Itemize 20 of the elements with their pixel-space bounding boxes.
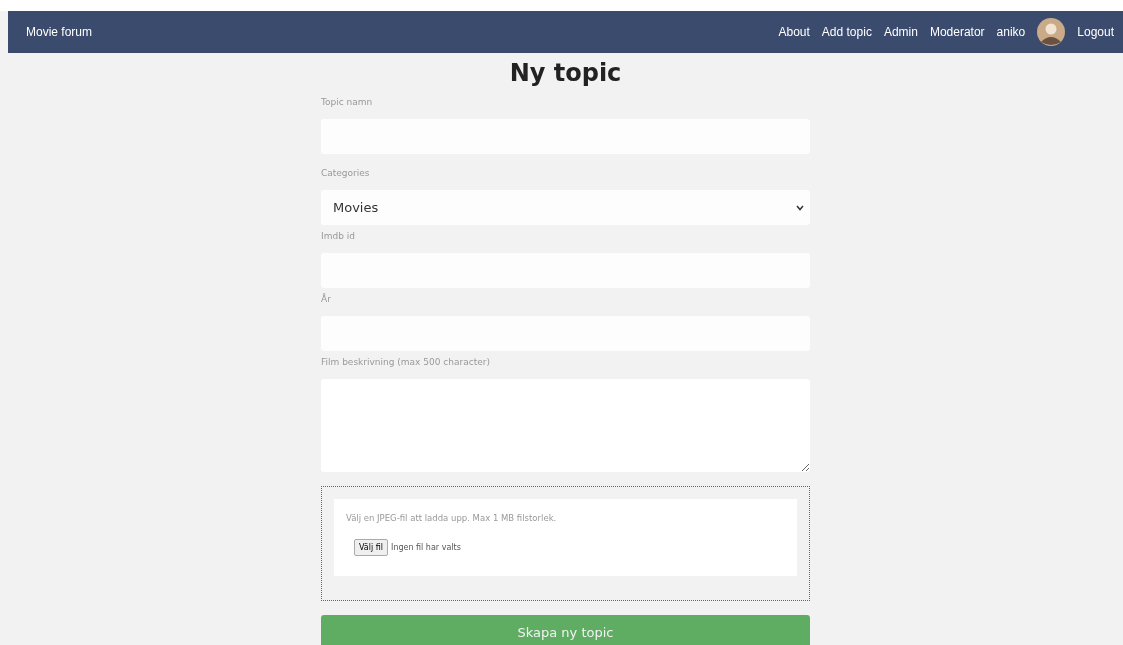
field-label: År [321,294,332,304]
field-label: Film beskrivning (max 500 character) [321,357,491,367]
nav-link[interactable]: About [778,25,810,39]
nav-link[interactable]: aniko [996,25,1026,39]
chevron-down-icon [796,204,804,211]
avatar-icon [1037,18,1066,46]
field-label: Imdb id [321,231,356,241]
choose-file-button[interactable]: Välj fil [354,539,388,556]
nav-link[interactable]: Add topic [821,25,872,39]
upload-hint: Välj en JPEG-fil att ladda upp. Max 1 MB filstorlek. [346,513,558,523]
nav-link[interactable]: Admin [883,25,918,39]
description-textarea[interactable] [321,379,810,472]
category-dropdown[interactable]: Movies [321,190,810,225]
field-label: Topic namn [321,97,374,107]
nav-link[interactable]: Moderator [929,25,985,39]
page-title: Ny topic [509,59,622,87]
field-label: Categories [321,168,371,178]
brand-link[interactable]: Movie forum [26,25,93,39]
file-status: Ingen fil har valts [391,543,461,552]
logout-link[interactable]: Logout [1077,25,1114,39]
